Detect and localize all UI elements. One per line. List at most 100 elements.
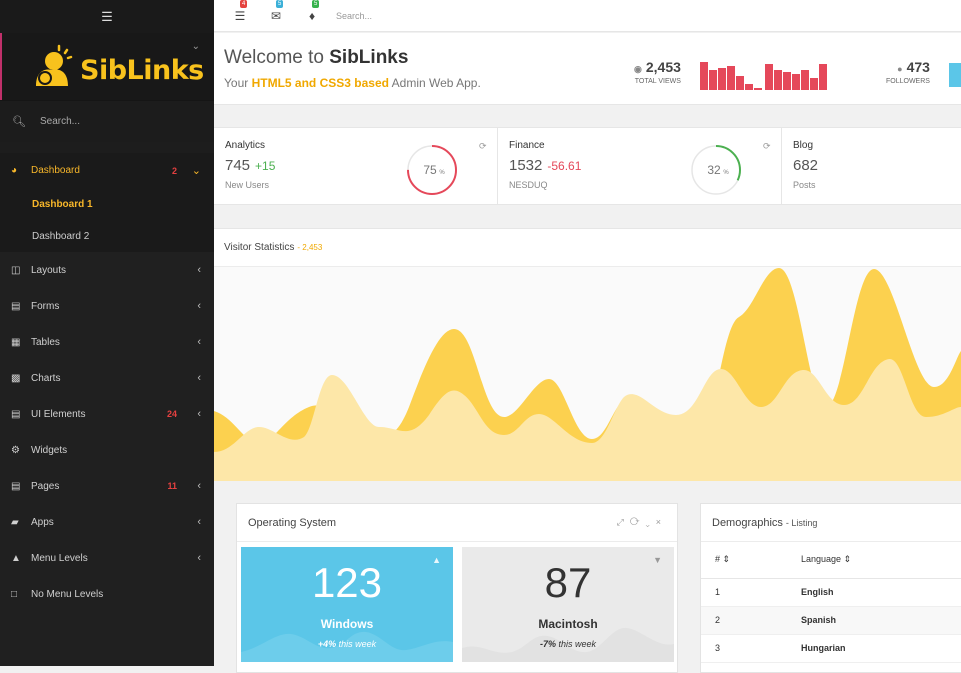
windows-change: +4% this week	[241, 639, 453, 649]
panel-title: Demographics	[712, 516, 783, 529]
ui-elements-icon: ▤	[11, 408, 21, 420]
sidebar-item-layouts[interactable]: ◫ Layouts ‹	[0, 252, 214, 288]
refresh-icon[interactable]: ⟳	[763, 141, 771, 152]
layouts-icon: ◫	[11, 264, 21, 276]
views-bar	[765, 64, 773, 90]
column-header-label: #	[715, 554, 721, 565]
windows-change-percent: +4%	[317, 639, 337, 649]
welcome-header: Welcome to SibLinks Your HTML5 and CSS3 …	[214, 33, 961, 105]
close-icon[interactable]: ×	[656, 517, 667, 527]
sidebar-search[interactable]: 🔍︎ Search...	[0, 100, 214, 142]
sidebar-item-forms[interactable]: ▤ Forms ‹	[0, 288, 214, 324]
sort-icon: ⇕	[722, 554, 731, 565]
brand-name: SibLinks	[80, 55, 204, 86]
sidebar-item-label: UI Elements	[31, 408, 86, 420]
views-bar	[783, 72, 791, 90]
sidebar-item-dashboard[interactable]: ◕ Dashboard 2 ⌄	[0, 153, 214, 188]
sidebar-item-label: Tables	[31, 336, 60, 348]
chevron-down-icon[interactable]: ⌄	[192, 41, 200, 52]
sidebar-item-count: 24	[166, 409, 177, 419]
envelope-icon: ✉︎	[270, 8, 282, 23]
chevron-left-icon: ‹	[197, 516, 201, 528]
table-row[interactable]: 3 Hungarian	[701, 634, 961, 663]
messages-badge: 5	[276, 0, 284, 8]
card-delta: +15	[255, 159, 276, 173]
sidebar-item-label: Charts	[31, 372, 61, 384]
refresh-icon[interactable]: ⟳	[479, 141, 487, 152]
sidebar-item-label: Forms	[31, 300, 60, 312]
widgets-icon: ⚙︎	[11, 444, 20, 456]
table-row[interactable]: 1 English	[701, 578, 961, 607]
macintosh-change-percent: -7%	[539, 639, 556, 649]
sidebar-subitem-label: Dashboard 1	[32, 198, 93, 210]
sidebar-item-tables[interactable]: ▦ Tables ‹	[0, 324, 214, 360]
sidebar-item-widgets[interactable]: ⚙︎ Widgets	[0, 432, 214, 468]
refresh-icon[interactable]: ⟳	[630, 517, 646, 527]
chevron-left-icon: ‹	[197, 552, 201, 564]
tasks-badge: 4	[240, 0, 248, 8]
sidebar-item-menu-levels[interactable]: ▲ Menu Levels ‹	[0, 540, 214, 576]
views-bar	[709, 70, 717, 90]
top-search-input[interactable]: Search...	[336, 11, 372, 21]
logo-area: SibLinks ⌄	[0, 33, 214, 100]
views-bar	[774, 70, 782, 90]
views-label: TOTAL VIEWS	[634, 78, 681, 85]
macintosh-count: 87	[544, 559, 592, 606]
chevron-left-icon: ‹	[197, 264, 201, 276]
subtitle-prefix: Your	[224, 76, 252, 90]
analytics-card: Analytics 745 +15 New Users 75 % ⟳	[214, 128, 498, 204]
sidebar-toggle-button[interactable]: ☰	[0, 0, 214, 33]
table-row[interactable]: 2 Spanish	[701, 606, 961, 635]
views-bar	[745, 84, 753, 90]
sidebar-search-input[interactable]: Search...	[40, 116, 80, 127]
column-header-language[interactable]: Language ⇕	[801, 542, 961, 579]
sidebar-item-label: Menu Levels	[31, 552, 88, 564]
macintosh-change-text: this week	[555, 639, 597, 649]
notifications-button[interactable]: ♦ 5	[294, 0, 330, 23]
page-title: Welcome to SibLinks	[224, 47, 408, 69]
column-header-number[interactable]: # ⇕	[701, 542, 801, 579]
eye-icon: ◉	[634, 64, 642, 74]
messages-button[interactable]: ✉︎ 5	[258, 0, 294, 23]
collapse-icon[interactable]: ⌄	[645, 517, 655, 527]
sidebar-item-apps[interactable]: ▰ Apps ‹	[0, 504, 214, 540]
views-bar	[754, 88, 762, 90]
sidebar-item-ui-elements[interactable]: ▤ UI Elements 24 ‹	[0, 396, 214, 432]
tasks-button[interactable]: ☰ 4	[222, 0, 258, 23]
card-subtitle: New Users	[225, 180, 270, 190]
column-header-label: Language	[801, 554, 842, 565]
sidebar-item-pages[interactable]: ▤ Pages 11 ‹	[0, 468, 214, 504]
panel-subtitle: - Listing	[785, 517, 818, 528]
card-delta: -56.61	[547, 159, 582, 173]
sidebar-item-count: 11	[167, 481, 177, 491]
tables-icon: ▦	[11, 336, 21, 348]
hamburger-icon: ☰	[101, 8, 113, 24]
users-icon: ●	[897, 64, 903, 74]
sidebar-item-count: 2	[171, 165, 177, 176]
sidebar-item-label: Layouts	[31, 264, 67, 276]
dashboard-icon: ◕	[11, 165, 18, 176]
search-icon: 🔍︎	[12, 116, 26, 128]
sidebar-item-no-menu-levels[interactable]: □ No Menu Levels	[0, 576, 214, 612]
stat-cards: Analytics 745 +15 New Users 75 % ⟳ Financ…	[214, 127, 961, 205]
total-views-stat: ◉ 2,453 TOTAL VIEWS	[634, 59, 681, 85]
donut-unit: %	[723, 170, 729, 176]
donut-percent: 32	[707, 163, 721, 177]
sidebar-subitem-dashboard-2[interactable]: Dashboard 2	[0, 220, 214, 252]
sidebar-item-charts[interactable]: ▩ Charts ‹	[0, 360, 214, 396]
card-subtitle: NESDUQ	[509, 180, 548, 190]
card-title: Finance	[509, 140, 545, 151]
operating-system-panel: Operating System ⤢⟳⌄× ▲ 123 Windows +4% …	[236, 503, 678, 673]
chevron-left-icon: ‹	[197, 300, 201, 312]
card-title: Blog	[793, 140, 814, 151]
sidebar-subitem-dashboard-1[interactable]: Dashboard 1	[0, 188, 214, 220]
sidebar-item-label: Dashboard	[31, 165, 80, 176]
sidebar-item-label: Pages	[31, 480, 60, 492]
windows-tile: ▲ 123 Windows +4% this week	[241, 547, 453, 662]
bell-icon: ♦	[308, 8, 316, 23]
card-value-row: 745 +15	[225, 157, 275, 174]
blog-card: Blog 682 Posts	[782, 128, 961, 204]
expand-icon[interactable]: ⤢	[617, 517, 630, 527]
views-bar	[801, 70, 809, 90]
followers-label: FOLLOWERS	[886, 78, 930, 85]
